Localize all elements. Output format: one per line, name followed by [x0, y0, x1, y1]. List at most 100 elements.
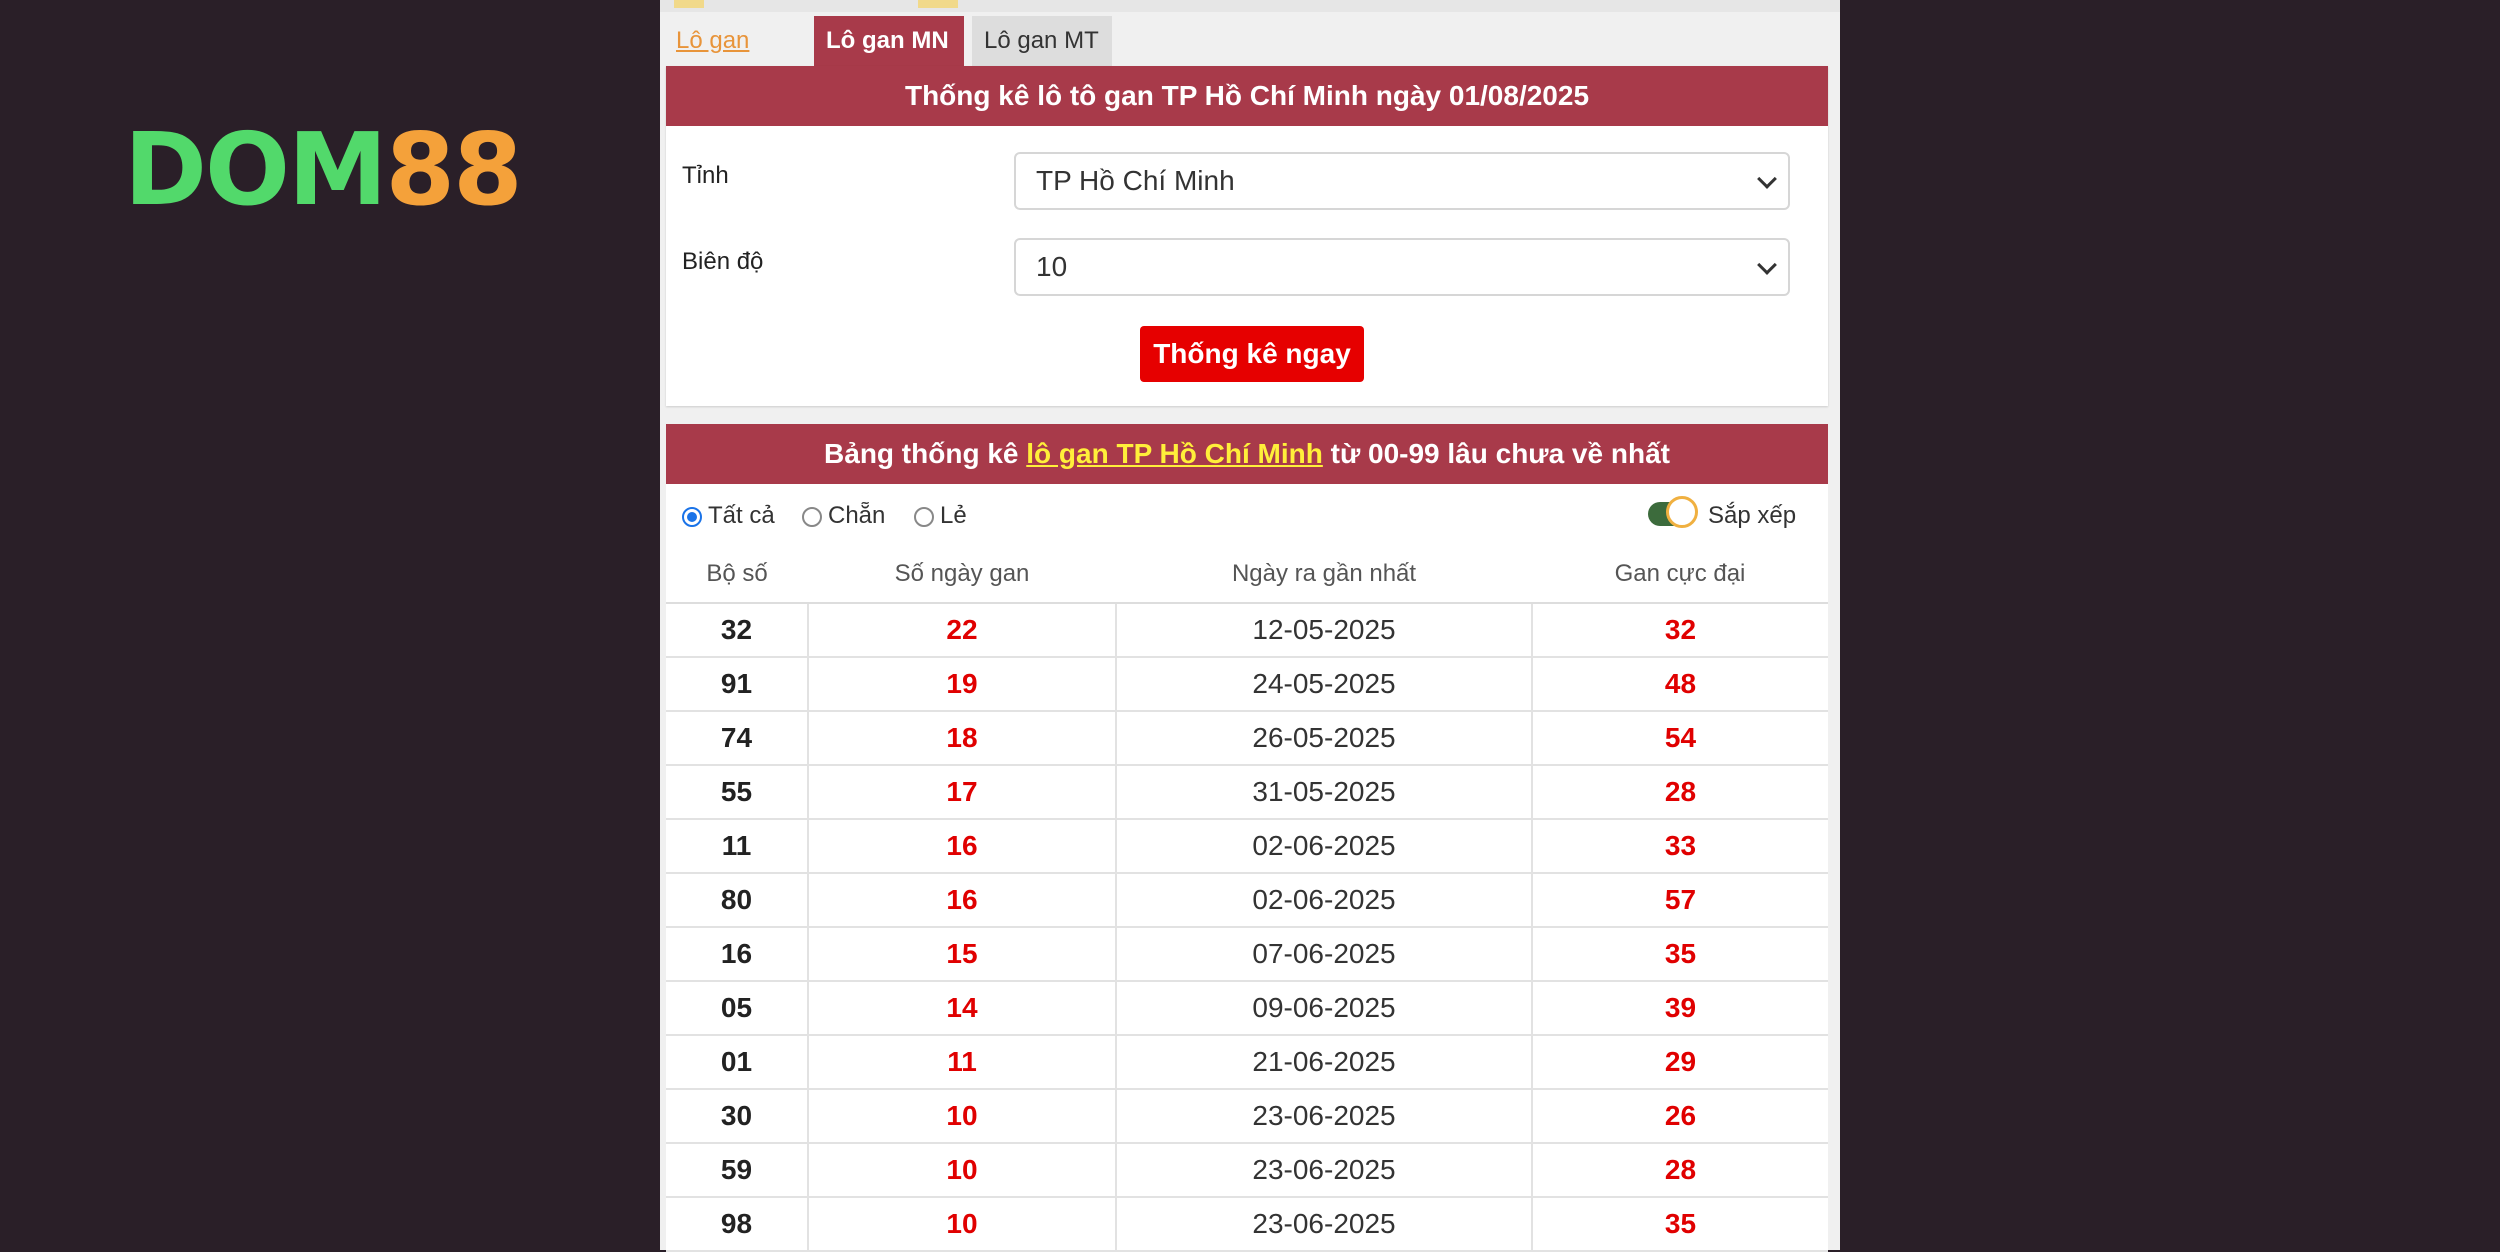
cell-max-gan: 48: [1532, 657, 1828, 712]
results-title-link[interactable]: lô gan TP Hồ Chí Minh: [1026, 438, 1323, 469]
table-body: 32 22 12-05-2025 32 91 19 24-05-2025 48 74 18 26…: [666, 603, 1828, 1252]
table-row: 59 10 23-06-2025 28: [666, 1143, 1828, 1198]
column-header[interactable]: Bộ số: [666, 546, 808, 604]
cell-max-gan: 29: [1532, 1035, 1828, 1090]
top-tab-fragment: [674, 0, 704, 8]
table-row: 30 10 23-06-2025 26: [666, 1089, 1828, 1144]
radio-icon[interactable]: [914, 506, 934, 527]
cell-max-gan: 33: [1532, 819, 1828, 874]
tab-lo-gan-mn[interactable]: Lô gan MN: [814, 16, 964, 66]
column-header[interactable]: Gan cực đại: [1532, 546, 1828, 604]
form-title: Thống kê lô tô gan TP Hồ Chí Minh ngày 0…: [666, 66, 1828, 126]
cell-days-gan: 10: [808, 1197, 1117, 1252]
cell-last-date: 12-05-2025: [1116, 603, 1533, 658]
table-header-row: Bộ số Số ngày gan Ngày ra gần nhất Gan c…: [666, 546, 1828, 604]
column-header[interactable]: Ngày ra gần nhất: [1116, 546, 1532, 604]
top-tab-fragment: [918, 0, 958, 8]
cell-last-date: 23-06-2025: [1116, 1143, 1533, 1198]
range-row: Biên độ 10: [666, 238, 1828, 298]
radio-icon[interactable]: [802, 506, 822, 527]
cell-last-date: 07-06-2025: [1116, 927, 1533, 982]
cell-last-date: 02-06-2025: [1116, 819, 1533, 874]
province-label: Tỉnh: [682, 162, 729, 189]
sort-toggle[interactable]: [1648, 496, 1698, 528]
province-select-value: TP Hồ Chí Minh: [1036, 165, 1235, 196]
cell-max-gan: 39: [1532, 981, 1828, 1036]
cell-days-gan: 15: [808, 927, 1117, 982]
table-row: 32 22 12-05-2025 32: [666, 603, 1828, 658]
cell-max-gan: 35: [1532, 927, 1828, 982]
table-row: 05 14 09-06-2025 39: [666, 981, 1828, 1036]
cell-max-gan: 28: [1532, 1143, 1828, 1198]
results-title-suffix: từ 00-99 lâu chưa về nhất: [1322, 438, 1670, 469]
cell-days-gan: 10: [808, 1089, 1117, 1144]
submit-button[interactable]: Thống kê ngay: [1140, 326, 1364, 382]
cell-days-gan: 17: [808, 765, 1117, 820]
table-row: 55 17 31-05-2025 28: [666, 765, 1828, 820]
table-row: 16 15 07-06-2025 35: [666, 927, 1828, 982]
cell-days-gan: 18: [808, 711, 1117, 766]
cell-number: 01: [666, 1035, 809, 1090]
cell-days-gan: 19: [808, 657, 1117, 712]
filter-all-label: Tất cả: [708, 502, 775, 529]
column-header[interactable]: Số ngày gan: [808, 546, 1116, 604]
cell-max-gan: 35: [1532, 1197, 1828, 1252]
cell-number: 98: [666, 1197, 809, 1252]
range-select[interactable]: 10: [1014, 238, 1790, 296]
cell-last-date: 09-06-2025: [1116, 981, 1533, 1036]
filter-even[interactable]: Chẵn: [802, 502, 885, 530]
table-row: 01 11 21-06-2025 29: [666, 1035, 1828, 1090]
filter-odd[interactable]: Lẻ: [914, 502, 967, 530]
table-row: 11 16 02-06-2025 33: [666, 819, 1828, 874]
content-panel: Lô gan MB Lô gan MN Lô gan MT Thống kê l…: [660, 0, 1840, 1252]
range-label: Biên độ: [682, 248, 764, 275]
cell-last-date: 23-06-2025: [1116, 1089, 1533, 1144]
cell-days-gan: 11: [808, 1035, 1117, 1090]
cell-max-gan: 32: [1532, 603, 1828, 658]
filter-all[interactable]: Tất cả: [682, 502, 775, 530]
logo-text-right: 88: [385, 111, 523, 228]
table-row: 98 10 23-06-2025 35: [666, 1197, 1828, 1252]
cell-last-date: 31-05-2025: [1116, 765, 1533, 820]
results-table: Bộ số Số ngày gan Ngày ra gần nhất Gan c…: [666, 546, 1828, 1252]
cell-last-date: 23-06-2025: [1116, 1197, 1533, 1252]
cell-last-date: 21-06-2025: [1116, 1035, 1533, 1090]
cell-last-date: 02-06-2025: [1116, 873, 1533, 928]
cell-days-gan: 10: [808, 1143, 1117, 1198]
filter-bar: Tất cả Chẵn Lẻ Sắp xếp: [682, 496, 1822, 536]
cell-number: 91: [666, 657, 809, 712]
cell-max-gan: 57: [1532, 873, 1828, 928]
table-row: 74 18 26-05-2025 54: [666, 711, 1828, 766]
cell-number: 11: [666, 819, 809, 874]
logo-text-left: DOM: [124, 111, 388, 228]
province-select[interactable]: TP Hồ Chí Minh: [1014, 152, 1790, 210]
filter-even-label: Chẵn: [828, 502, 886, 529]
cell-days-gan: 22: [808, 603, 1117, 658]
chevron-down-icon: [1757, 169, 1777, 189]
radio-checked-icon[interactable]: [682, 506, 702, 527]
results-title-prefix: Bảng thống kê: [824, 438, 1027, 469]
cell-number: 30: [666, 1089, 809, 1144]
cell-number: 32: [666, 603, 809, 658]
results-title: Bảng thống kê lô gan TP Hồ Chí Minh từ 0…: [666, 424, 1828, 484]
table-row: 91 19 24-05-2025 48: [666, 657, 1828, 712]
cell-days-gan: 14: [808, 981, 1117, 1036]
chevron-down-icon: [1757, 255, 1777, 275]
cell-number: 55: [666, 765, 809, 820]
tab-lo-gan-mb[interactable]: Lô gan MB: [664, 16, 804, 104]
table-row: 80 16 02-06-2025 57: [666, 873, 1828, 928]
cell-number: 74: [666, 711, 809, 766]
cell-last-date: 24-05-2025: [1116, 657, 1533, 712]
cell-last-date: 26-05-2025: [1116, 711, 1533, 766]
tab-lo-gan-mt[interactable]: Lô gan MT: [972, 16, 1112, 66]
range-select-value: 10: [1036, 251, 1068, 282]
cell-number: 59: [666, 1143, 809, 1198]
cell-number: 80: [666, 873, 809, 928]
province-row: Tỉnh TP Hồ Chí Minh: [666, 152, 1828, 212]
cell-days-gan: 16: [808, 873, 1117, 928]
filter-odd-label: Lẻ: [940, 502, 967, 529]
cell-number: 16: [666, 927, 809, 982]
tab-bar: Lô gan MB Lô gan MN Lô gan MT: [664, 12, 1840, 104]
cell-days-gan: 16: [808, 819, 1117, 874]
results-card: Bảng thống kê lô gan TP Hồ Chí Minh từ 0…: [666, 424, 1828, 1252]
